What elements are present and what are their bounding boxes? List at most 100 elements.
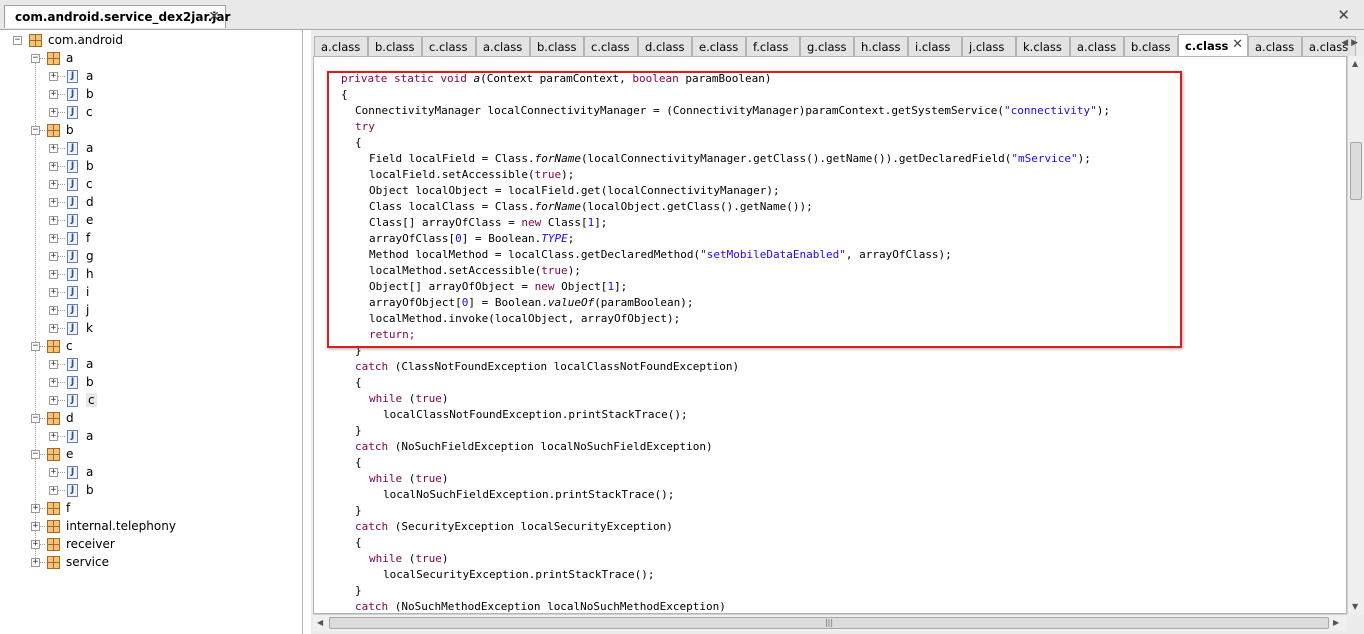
tree-class-node[interactable]: Je	[67, 211, 93, 229]
tree-class-node[interactable]: Jb	[67, 157, 94, 175]
tab-class-file[interactable]: g.class	[800, 36, 854, 56]
close-all-icon[interactable]: ✕	[1337, 6, 1350, 24]
expand-icon[interactable]: +	[49, 396, 58, 405]
tree-class-node[interactable]: Ja	[67, 463, 93, 481]
tab-class-file[interactable]: a.class	[1070, 36, 1124, 56]
tree-package-node[interactable]: b	[47, 121, 74, 139]
expand-icon[interactable]: +	[49, 198, 58, 207]
expand-icon[interactable]: +	[49, 270, 58, 279]
tab-class-file[interactable]: b.class	[368, 36, 422, 56]
tab-class-file[interactable]: d.class	[638, 36, 692, 56]
vertical-scroll-thumb[interactable]	[1350, 142, 1362, 200]
expand-icon[interactable]: +	[49, 288, 58, 297]
tab-class-file[interactable]: f.class	[746, 36, 800, 56]
tree-package-node[interactable]: a	[47, 49, 73, 67]
file-tab[interactable]: com.android.service_dex2jar.jar ✕	[4, 5, 230, 28]
expand-icon[interactable]: +	[49, 324, 58, 333]
tree-class-node[interactable]: Jb	[67, 481, 94, 499]
tree-package-node[interactable]: e	[47, 445, 73, 463]
tree-class-node[interactable]: Ja	[67, 139, 93, 157]
expand-icon[interactable]: +	[49, 432, 58, 441]
tree-class-node[interactable]: Jc	[67, 103, 93, 121]
tree-class-node[interactable]: Ja	[67, 427, 93, 445]
tab-class-file[interactable]: a.class	[1248, 36, 1302, 56]
tab-label: j.class	[969, 39, 1005, 54]
tree-package-node[interactable]: f	[47, 499, 70, 517]
tree-class-node[interactable]: Jc	[67, 175, 93, 193]
tab-class-file[interactable]: c.class	[584, 36, 638, 56]
tab-class-file[interactable]: b.class	[530, 36, 584, 56]
close-icon[interactable]: ✕	[208, 9, 220, 25]
code-view[interactable]: private static void a(Context paramConte…	[313, 56, 1347, 614]
tree-package-node[interactable]: internal.telephony	[47, 517, 176, 535]
tree-class-node[interactable]: Jc	[67, 391, 97, 409]
expand-icon[interactable]: +	[49, 90, 58, 99]
tab-label: k.class	[1023, 39, 1062, 54]
java-class-icon: J	[67, 357, 78, 371]
scroll-right-icon[interactable]: ▶	[1333, 618, 1339, 627]
tree-package-node[interactable]: service	[47, 553, 109, 571]
tree-class-node[interactable]: Jd	[67, 193, 94, 211]
class-tab-strip: a.class b.class c.class a.class b.class c.cla…	[311, 34, 1364, 56]
expand-icon[interactable]: +	[49, 216, 58, 225]
collapse-icon[interactable]: −	[31, 54, 40, 63]
tree-class-node[interactable]: Jg	[67, 247, 94, 265]
tree-package-node[interactable]: c	[47, 337, 73, 355]
tree-guide-line	[58, 490, 65, 491]
tree-guide-line	[58, 76, 65, 77]
collapse-icon[interactable]: −	[31, 126, 40, 135]
collapse-icon[interactable]: −	[31, 414, 40, 423]
tree-class-node[interactable]: Jb	[67, 373, 94, 391]
horizontal-scroll-thumb[interactable]: |||	[329, 617, 1329, 629]
tree-class-node[interactable]: Jf	[67, 229, 90, 247]
tree-class-node[interactable]: Jj	[67, 301, 89, 319]
expand-icon[interactable]: +	[49, 252, 58, 261]
expand-icon[interactable]: +	[49, 162, 58, 171]
expand-icon[interactable]: +	[31, 522, 40, 531]
scroll-down-icon[interactable]: ▼	[1352, 602, 1358, 611]
tab-class-file[interactable]: a.class	[476, 36, 530, 56]
tab-class-file[interactable]: i.class	[908, 36, 962, 56]
expand-icon[interactable]: +	[31, 558, 40, 567]
expand-icon[interactable]: +	[49, 360, 58, 369]
tab-class-file[interactable]: e.class	[692, 36, 746, 56]
tree-package-node[interactable]: com.android	[29, 31, 123, 49]
tab-class-file[interactable]: c.class	[422, 36, 476, 56]
collapse-icon[interactable]: −	[31, 450, 40, 459]
scroll-up-icon[interactable]: ▲	[1352, 59, 1358, 68]
tab-class-file[interactable]: c.class ✕	[1178, 34, 1248, 56]
tab-scroll-icon[interactable]: ◀ ▶	[1341, 38, 1358, 48]
expand-icon[interactable]: +	[31, 540, 40, 549]
expand-icon[interactable]: +	[49, 468, 58, 477]
expand-icon[interactable]: +	[49, 306, 58, 315]
expand-icon[interactable]: +	[49, 72, 58, 81]
scroll-left-icon[interactable]: ◀	[317, 618, 323, 627]
expand-icon[interactable]: +	[49, 108, 58, 117]
tree-package-node[interactable]: d	[47, 409, 74, 427]
expand-icon[interactable]: +	[49, 180, 58, 189]
expand-icon[interactable]: +	[31, 504, 40, 513]
tab-class-file[interactable]: b.class	[1124, 36, 1178, 56]
tab-class-file[interactable]: h.class	[854, 36, 908, 56]
tree-class-node[interactable]: Ja	[67, 67, 93, 85]
tree-guide-line	[40, 562, 45, 563]
tree-class-node[interactable]: Jk	[67, 319, 93, 337]
vertical-scrollbar[interactable]: ▲ ▼	[1347, 56, 1364, 614]
tree-class-node[interactable]: Ja	[67, 355, 93, 373]
expand-icon[interactable]: +	[49, 486, 58, 495]
expand-icon[interactable]: +	[49, 144, 58, 153]
collapse-icon[interactable]: −	[31, 342, 40, 351]
tree-class-node[interactable]: Ji	[67, 283, 89, 301]
tab-class-file[interactable]: a.class	[314, 36, 368, 56]
tree-class-node[interactable]: Jh	[67, 265, 94, 283]
tree-class-node[interactable]: Jb	[67, 85, 94, 103]
expand-icon[interactable]: +	[49, 234, 58, 243]
close-icon[interactable]: ✕	[1232, 37, 1243, 52]
expand-icon[interactable]: +	[49, 378, 58, 387]
horizontal-scrollbar[interactable]: ◀ ||| ▶	[313, 614, 1347, 631]
tab-class-file[interactable]: j.class	[962, 36, 1016, 56]
code-line: localSecurityException.printStackTrace()…	[383, 568, 655, 581]
tree-package-node[interactable]: receiver	[47, 535, 115, 553]
tab-class-file[interactable]: k.class	[1016, 36, 1070, 56]
collapse-icon[interactable]: −	[13, 36, 22, 45]
